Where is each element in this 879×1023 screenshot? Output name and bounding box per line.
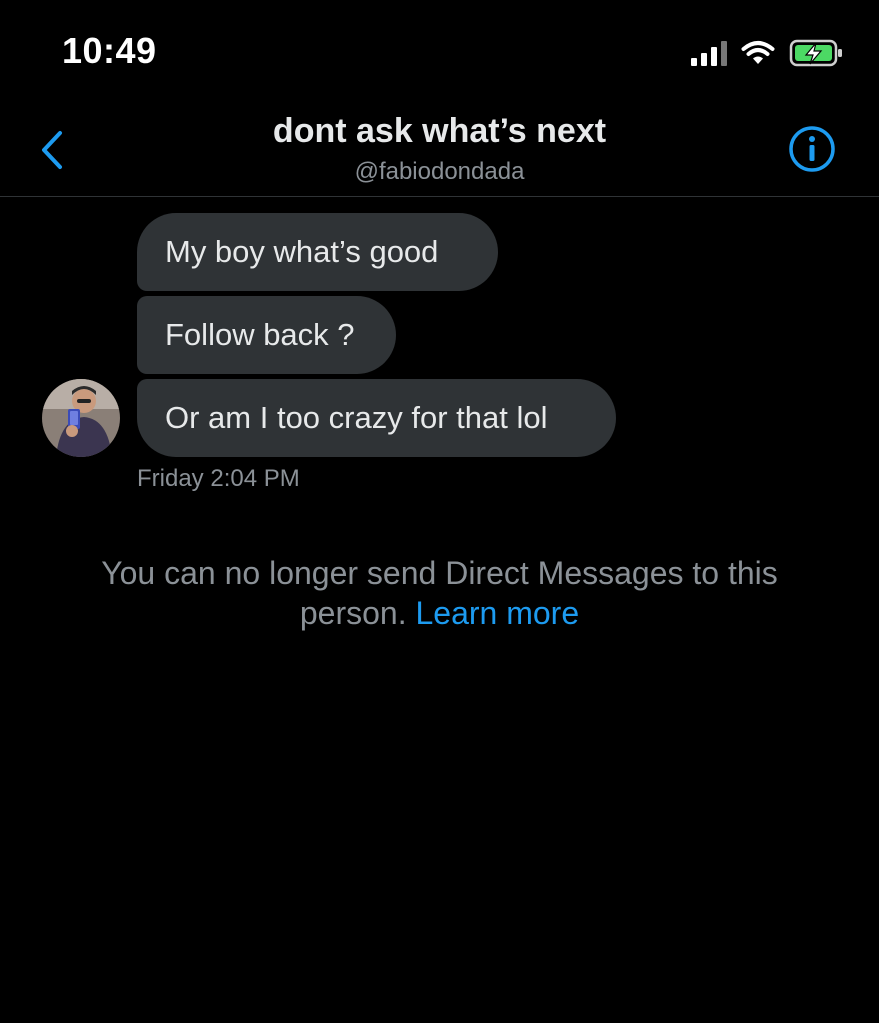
dm-conversation-screen: 10:49 dont ask what’s next @fabiodondada… <box>0 0 879 1023</box>
notice-text-line1: You can no longer send Direct Messages t… <box>101 555 778 591</box>
conversation-title[interactable]: dont ask what’s next <box>0 112 879 151</box>
notice-text-line2: person. <box>299 595 407 631</box>
message-timestamp: Friday 2:04 PM <box>137 465 300 492</box>
learn-more-link[interactable]: Learn more <box>415 595 579 631</box>
info-icon <box>789 126 835 172</box>
info-button[interactable] <box>787 124 837 174</box>
notice-text-line2-wrap: person. Learn more <box>0 593 879 633</box>
user-photo <box>42 379 120 457</box>
status-icons <box>691 36 845 70</box>
status-time: 10:49 <box>62 30 157 71</box>
message-bubble[interactable]: My boy what’s good <box>137 213 498 291</box>
signal-icon <box>691 40 727 66</box>
battery-charging-icon <box>789 39 842 67</box>
wifi-icon <box>741 41 775 64</box>
conversation-handle: @fabiodondada <box>354 158 525 185</box>
avatar[interactable] <box>42 379 120 457</box>
conversation-header: dont ask what’s next @fabiodondada <box>0 100 879 197</box>
status-bar: 10:49 <box>0 0 879 100</box>
message-bubble[interactable]: Follow back ? <box>137 296 396 374</box>
message-bubble[interactable]: Or am I too crazy for that lol <box>137 379 616 457</box>
dm-disabled-notice: You can no longer send Direct Messages t… <box>0 553 879 633</box>
